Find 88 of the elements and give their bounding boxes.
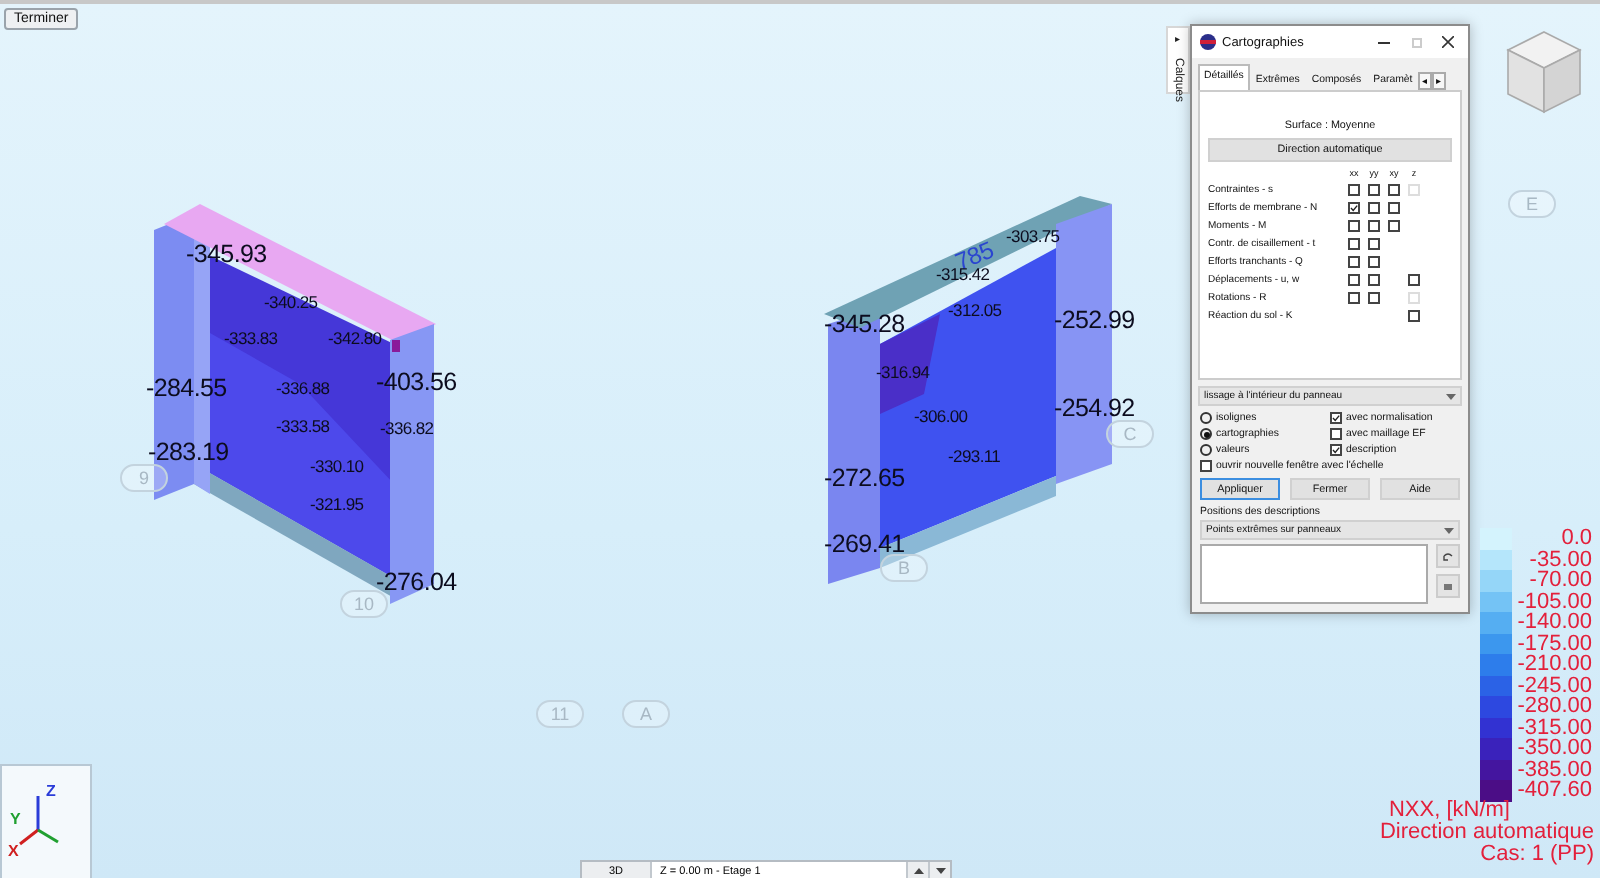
checkbox[interactable] [1388, 220, 1400, 232]
checkbox[interactable] [1368, 292, 1380, 304]
grid-marker: E [1508, 190, 1556, 218]
caret-icon [913, 868, 923, 874]
check-icon [1332, 414, 1340, 422]
undo-icon [1442, 551, 1454, 561]
value-label: -284.55 [146, 376, 227, 401]
checkbox[interactable] [1348, 220, 1360, 232]
value-label: -283.19 [148, 440, 229, 465]
grid-marker: B [880, 554, 928, 582]
grid-marker: 11 [536, 700, 584, 728]
direction-label: Direction automatique [1379, 822, 1594, 844]
legend-value: -140.00 [1517, 612, 1592, 633]
checkbox[interactable] [1348, 292, 1360, 304]
legend-value: -385.00 [1517, 759, 1592, 780]
value-label: -333.83 [224, 330, 278, 347]
case-label: Cas: 1 (PP) [1480, 844, 1594, 866]
value-label: -269.41 [824, 532, 905, 557]
legend-value: -175.00 [1517, 633, 1592, 654]
checkbox[interactable] [1388, 202, 1400, 214]
checkbox[interactable] [1368, 274, 1380, 286]
caret-icon [935, 868, 945, 874]
value-label: -316.94 [876, 364, 930, 381]
value-label: -306.00 [914, 408, 968, 425]
caret-icon [1446, 393, 1456, 399]
checkbox[interactable] [1330, 444, 1342, 456]
checkbox[interactable] [1368, 220, 1380, 232]
value-label: -312.05 [948, 302, 1002, 319]
checkbox[interactable] [1368, 202, 1380, 214]
spin-down-button[interactable] [928, 862, 950, 878]
value-label: -276.04 [376, 570, 457, 595]
radio-button[interactable] [1200, 428, 1212, 440]
value-label: -403.56 [376, 370, 457, 395]
value-label: -333.58 [276, 418, 330, 435]
checkbox[interactable] [1330, 412, 1342, 424]
axis-label: X [8, 842, 19, 860]
value-label: -321.95 [310, 496, 364, 513]
minimize-icon[interactable] [1378, 41, 1390, 43]
delete-button[interactable] [1436, 574, 1460, 598]
checkbox[interactable] [1368, 256, 1380, 268]
grid-marker: A [622, 700, 670, 728]
value-label: -345.28 [824, 312, 905, 337]
legend-value: -210.00 [1517, 654, 1592, 675]
value-label: -336.82 [380, 420, 434, 437]
legend-value: -407.60 [1517, 780, 1592, 801]
legend-value: -70.00 [1527, 570, 1592, 591]
checkbox[interactable] [1348, 184, 1360, 196]
value-label: -330.10 [310, 458, 364, 475]
grid-marker: 10 [340, 590, 388, 618]
legend-value: -105.00 [1517, 591, 1592, 612]
checkbox[interactable] [1348, 238, 1360, 250]
legend-value: -245.00 [1517, 675, 1592, 696]
value-label: -336.88 [276, 380, 330, 397]
checkbox[interactable] [1408, 274, 1420, 286]
legend-value: -35.00 [1527, 549, 1592, 570]
undo-button[interactable] [1436, 544, 1460, 568]
check-icon [1332, 446, 1340, 454]
checkbox[interactable] [1368, 184, 1380, 196]
checkbox[interactable] [1200, 460, 1212, 472]
checkbox[interactable] [1368, 238, 1380, 250]
app-icon [1200, 34, 1216, 50]
axis-label: Y [10, 810, 21, 828]
legend-value: -280.00 [1517, 696, 1592, 717]
axis-label: Z [46, 782, 56, 800]
legend-value: -350.00 [1517, 738, 1592, 759]
grid-marker: C [1106, 420, 1154, 448]
legend-value: 0.0 [1559, 528, 1592, 549]
checkbox[interactable] [1348, 202, 1360, 214]
quantity-label: NXX, [kN/m] [1388, 800, 1510, 822]
checkbox[interactable] [1330, 428, 1342, 440]
caret-icon [1444, 527, 1454, 533]
spin-up-button[interactable] [906, 862, 928, 878]
value-label: -345.93 [186, 242, 267, 267]
close-icon[interactable] [1442, 36, 1454, 48]
value-label: -342.80 [328, 330, 382, 347]
legend-value: -315.00 [1517, 717, 1592, 738]
value-label: -272.65 [824, 466, 905, 491]
checkbox[interactable] [1388, 184, 1400, 196]
checkbox[interactable] [1348, 256, 1360, 268]
checkbox[interactable] [1348, 274, 1360, 286]
value-label: -254.92 [1054, 396, 1135, 421]
value-label: -252.99 [1054, 308, 1135, 333]
check-icon [1350, 204, 1358, 212]
checkbox[interactable] [1408, 310, 1420, 322]
value-label: -293.11 [948, 448, 1001, 465]
radio-button[interactable] [1200, 444, 1212, 456]
grid-marker: 9 [120, 464, 168, 492]
radio-button[interactable] [1200, 412, 1212, 424]
